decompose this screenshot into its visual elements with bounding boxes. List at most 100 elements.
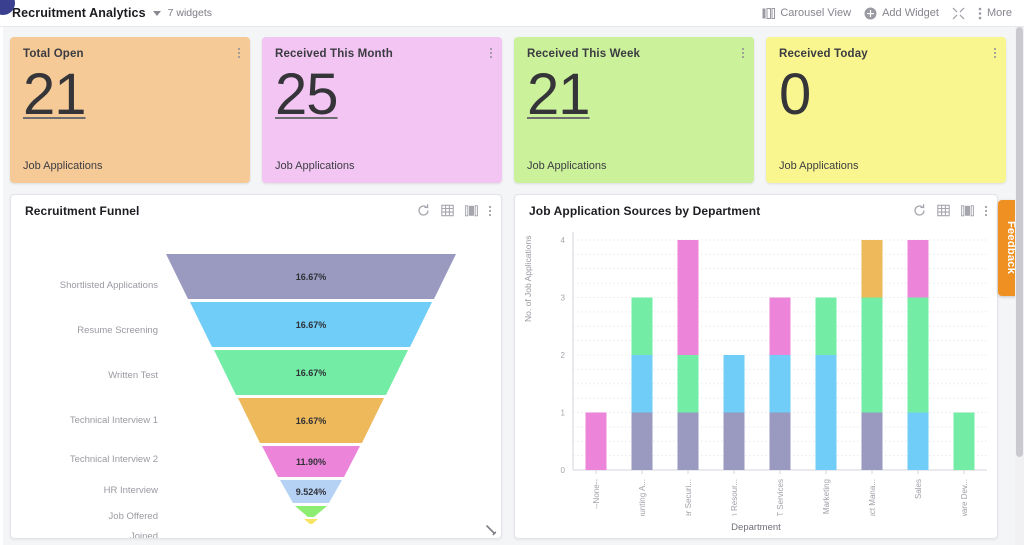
- top-bar-actions: Carousel View Add Widget More: [762, 7, 1024, 20]
- bar-segment[interactable]: [953, 412, 975, 471]
- table-icon[interactable]: [937, 204, 950, 217]
- kpi-title: Received Today: [779, 48, 868, 60]
- funnel-label-resume-screening: Resume Screening: [77, 325, 158, 336]
- carousel-view-label: Carousel View: [780, 7, 852, 19]
- page-title: Recruitment Analytics: [12, 6, 146, 20]
- bar-segment[interactable]: [769, 412, 791, 471]
- bars-panel-tools: [913, 204, 987, 217]
- kpi-title: Received This Week: [527, 48, 641, 60]
- carousel-view-button[interactable]: Carousel View: [762, 7, 851, 19]
- bar-chart: No. of Job Applications 0 1 2 3 4 --None-- Acc…: [515, 226, 997, 538]
- bar-segment[interactable]: [585, 412, 607, 471]
- bar-segment[interactable]: [907, 297, 929, 413]
- funnel-label-technical-interview-2: Technical Interview 2: [69, 454, 158, 465]
- bar-chart-svg: 0 1 2 3 4 --None-- Accounting A... Cyber Securi…: [561, 232, 987, 516]
- bar-segment[interactable]: [907, 240, 929, 298]
- funnel-chart: Shortlisted Applications Resume Screenin…: [11, 226, 501, 538]
- bar-segment[interactable]: [631, 355, 653, 413]
- bar-segment[interactable]: [723, 412, 745, 471]
- bar-segment[interactable]: [907, 412, 929, 471]
- funnel-pct-2: 16.67%: [296, 320, 327, 330]
- funnel-label-hr-interview: HR Interview: [103, 485, 158, 496]
- vertical-scrollbar[interactable]: [1015, 27, 1024, 545]
- bar-segment[interactable]: [631, 412, 653, 471]
- bar-segment[interactable]: [815, 297, 837, 356]
- kpi-kebab-icon[interactable]: [742, 48, 744, 58]
- left-edge-strip: [0, 27, 3, 545]
- refresh-icon[interactable]: [913, 204, 926, 217]
- table-icon[interactable]: [441, 204, 454, 217]
- bar-segment[interactable]: [631, 297, 653, 356]
- y-tick-label: 1: [561, 409, 566, 418]
- panel-resize-handle[interactable]: [485, 523, 497, 536]
- card-view-icon[interactable]: [465, 204, 478, 217]
- bar-segment[interactable]: [861, 297, 883, 413]
- funnel-label-written-test: Written Test: [108, 370, 158, 381]
- bar-segment[interactable]: [677, 240, 699, 355]
- bar-segment[interactable]: [677, 412, 699, 471]
- funnel-svg: 16.67% 16.67% 16.67% 16.67% 11.90% 9.524…: [166, 254, 456, 524]
- add-widget-label: Add Widget: [882, 7, 939, 19]
- x-tick-label: Product Mana...: [868, 479, 877, 516]
- more-button[interactable]: More: [978, 7, 1012, 20]
- kpi-subtitle: Job Applications: [275, 160, 355, 172]
- funnel-pct-1: 16.67%: [296, 272, 327, 282]
- kpi-subtitle: Job Applications: [779, 160, 859, 172]
- x-tick-label: Human Resour...: [730, 479, 739, 516]
- x-tick-label: Sales: [914, 479, 923, 499]
- y-tick-label: 3: [561, 294, 566, 303]
- kpi-value[interactable]: 21: [527, 64, 591, 126]
- kpi-value[interactable]: 21: [23, 64, 87, 126]
- funnel-panel-tools: [417, 204, 491, 217]
- funnel-pct-6: 9.524%: [296, 487, 327, 497]
- y-tick-label: 4: [561, 236, 566, 245]
- x-tick-label: Cyber Securi...: [684, 479, 693, 516]
- kpi-card-received-today[interactable]: Received Today 0 Job Applications: [766, 37, 1006, 183]
- carousel-icon: [762, 7, 776, 19]
- bars-panel-header: Job Application Sources by Department: [515, 195, 997, 226]
- bar-segment[interactable]: [861, 412, 883, 471]
- job-application-sources-panel: Job Application Sources by Department No…: [514, 194, 998, 539]
- fullscreen-button[interactable]: [952, 7, 965, 20]
- kpi-card-received-this-week[interactable]: Received This Week 21 Job Applications: [514, 37, 754, 183]
- bar-segment[interactable]: [769, 355, 791, 413]
- funnel-stage-labels: Shortlisted Applications Resume Screenin…: [11, 226, 166, 538]
- funnel-pct-4: 16.67%: [296, 416, 327, 426]
- y-tick-label: 2: [561, 351, 566, 360]
- kpi-value[interactable]: 25: [275, 64, 339, 126]
- add-widget-button[interactable]: Add Widget: [864, 7, 939, 20]
- kpi-kebab-icon[interactable]: [490, 48, 492, 58]
- top-bar-left: Recruitment Analytics 7 widgets: [0, 6, 212, 20]
- kpi-card-received-this-month[interactable]: Received This Month 25 Job Applications: [262, 37, 502, 183]
- kpi-subtitle: Job Applications: [23, 160, 103, 172]
- bars-kebab-icon[interactable]: [985, 205, 987, 216]
- kpi-card-total-open[interactable]: Total Open 21 Job Applications: [10, 37, 250, 183]
- funnel-kebab-icon[interactable]: [489, 205, 491, 216]
- kpi-title: Received This Month: [275, 48, 393, 60]
- x-axis-title: Department: [731, 522, 781, 533]
- funnel-panel-title: Recruitment Funnel: [25, 203, 140, 218]
- bar-segment[interactable]: [677, 355, 699, 413]
- x-tick-label: Marketing: [822, 479, 831, 514]
- kebab-icon: [978, 7, 982, 20]
- funnel-segment-8[interactable]: [304, 519, 318, 524]
- x-tick-label: Accounting A...: [638, 479, 647, 516]
- widget-count: 7 widgets: [167, 7, 212, 19]
- funnel-segment-7[interactable]: [295, 506, 327, 517]
- x-tick-label: --None--: [592, 479, 601, 509]
- bar-segment[interactable]: [861, 240, 883, 298]
- kpi-kebab-icon[interactable]: [994, 48, 996, 58]
- plus-circle-icon: [864, 7, 877, 20]
- kpi-kebab-icon[interactable]: [238, 48, 240, 58]
- card-view-icon[interactable]: [961, 204, 974, 217]
- funnel-label-technical-interview-1: Technical Interview 1: [69, 415, 158, 426]
- bar-segment[interactable]: [769, 297, 791, 356]
- kpi-card-row: Total Open 21 Job Applications Received …: [10, 37, 1014, 183]
- chevron-down-icon[interactable]: [152, 10, 161, 16]
- refresh-icon[interactable]: [417, 204, 430, 217]
- bar-segment[interactable]: [815, 355, 837, 470]
- scrollbar-thumb[interactable]: [1016, 27, 1023, 457]
- funnel-label-shortlisted-applications: Shortlisted Applications: [59, 280, 158, 291]
- top-bar: Recruitment Analytics 7 widgets Carousel…: [0, 0, 1024, 27]
- bar-segment[interactable]: [723, 355, 745, 413]
